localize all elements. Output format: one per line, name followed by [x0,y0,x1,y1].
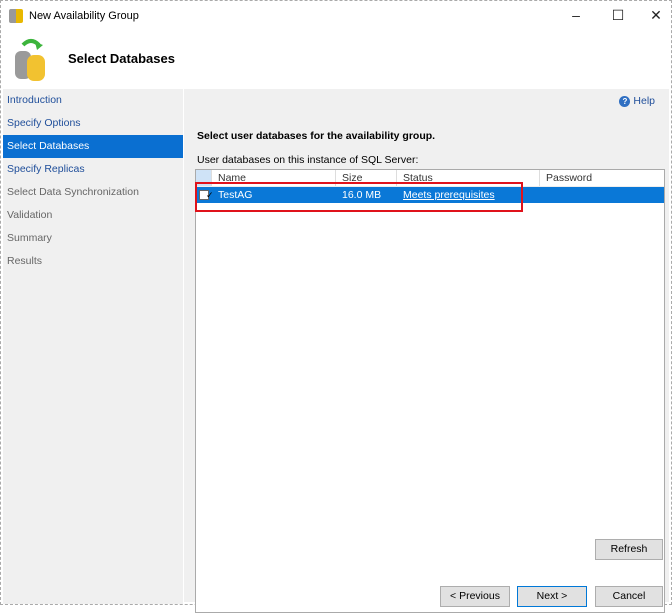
maximize-button[interactable]: ☐ [608,7,628,24]
column-password[interactable]: Password [540,170,664,186]
help-icon: ? [619,95,631,107]
app-icon [9,9,23,23]
cancel-button[interactable]: Cancel [595,586,663,607]
password-cell[interactable] [540,187,664,203]
minimize-button[interactable]: – [566,7,586,23]
highlight-annotation [195,182,523,212]
database-icon [15,39,45,81]
main-panel: ? Help Select user databases for the ava… [184,89,669,613]
step-select-databases[interactable]: Select Databases [3,135,183,158]
step-specify-options[interactable]: Specify Options [3,112,183,135]
next-button[interactable]: Next > [517,586,587,607]
window-title: New Availability Group [29,10,139,22]
step-specify-replicas[interactable]: Specify Replicas [3,158,183,181]
wizard-window: New Availability Group – ☐ ✕ Select Data… [0,0,672,613]
refresh-button[interactable]: Refresh [595,539,663,560]
help-label: Help [633,95,655,107]
previous-button[interactable]: < Previous [440,586,510,607]
help-link[interactable]: ? Help [619,95,655,107]
grid-caption: User databases on this instance of SQL S… [197,154,419,166]
step-results: Results [7,255,43,267]
step-select-data-synchronization: Select Data Synchronization [7,186,139,198]
close-button[interactable]: ✕ [646,7,666,24]
instruction-text: Select user databases for the availabili… [197,130,436,142]
page-header: Select Databases [1,31,672,89]
wizard-steps: Introduction Specify Options Select Data… [3,89,183,604]
step-validation: Validation [7,209,53,221]
page-title: Select Databases [68,51,175,66]
step-summary: Summary [7,232,52,244]
step-introduction[interactable]: Introduction [3,89,183,112]
